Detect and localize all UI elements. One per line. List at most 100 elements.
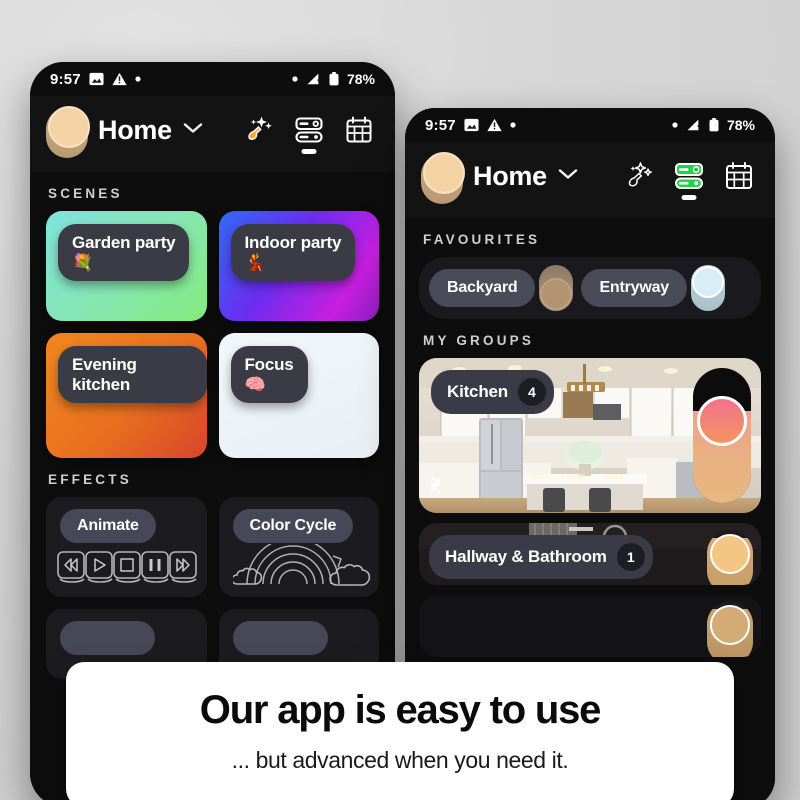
- favourites-bar: Backyard Entryway: [419, 257, 761, 319]
- status-time: 9:57: [50, 70, 81, 88]
- battery-icon: [709, 118, 719, 132]
- group-name: Kitchen: [447, 382, 508, 401]
- app-header: Home: [30, 96, 395, 172]
- image-icon: [464, 118, 479, 132]
- avatar[interactable]: [46, 102, 90, 158]
- calendar-icon[interactable]: [721, 157, 757, 195]
- favourite-name: Backyard: [447, 279, 518, 296]
- header-actions: [621, 157, 757, 200]
- devices-icon[interactable]: [291, 111, 327, 154]
- magic-wand-icon[interactable]: [241, 111, 277, 149]
- dot-icon: [292, 76, 298, 82]
- app-header: Home: [405, 142, 775, 218]
- effect-name: Color Cycle: [249, 517, 337, 534]
- scene-label-chip: Focus 🧠: [230, 346, 308, 404]
- status-bar: 9:57 78%: [405, 108, 775, 142]
- warning-triangle-icon: [487, 118, 502, 132]
- group-row-hallway[interactable]: Hallway & Bathroom 1: [419, 523, 761, 585]
- favourite-name: Entryway: [599, 279, 669, 296]
- caption-subtitle: ... but advanced when you need it.: [231, 747, 569, 773]
- effect-label-chip: [60, 621, 155, 655]
- group-label-chip: Kitchen 4: [431, 370, 554, 414]
- favourite-item[interactable]: Backyard: [429, 265, 574, 311]
- active-indicator: [681, 195, 697, 200]
- slider-knob[interactable]: [710, 534, 750, 574]
- header-actions: [241, 111, 377, 154]
- rainbow-cloud-icon: [230, 537, 373, 593]
- favourite-toggle[interactable]: [539, 265, 574, 311]
- magic-wand-icon[interactable]: [621, 157, 657, 195]
- group-brightness-slider[interactable]: [707, 530, 753, 585]
- group-count-badge: 4: [517, 378, 546, 406]
- battery-percent: 78%: [726, 117, 755, 133]
- chevron-down-icon[interactable]: [557, 167, 579, 186]
- group-row-next[interactable]: [419, 595, 761, 657]
- status-bar-right: 78%: [292, 71, 375, 87]
- effect-card[interactable]: Color Cycle: [218, 497, 379, 597]
- scene-name: Evening kitchen: [72, 355, 137, 394]
- scenes-grid: Garden party 💐 Indoor party 💃 Evening ki…: [30, 211, 395, 458]
- chevron-down-icon[interactable]: [182, 121, 204, 140]
- dot-icon: [510, 122, 516, 128]
- favourite-item[interactable]: Entryway: [581, 265, 725, 311]
- screenshot-stage: 9:57 78% Home SCENES Garden party 💐 Indo…: [0, 0, 800, 800]
- scene-name: Focus 🧠: [244, 355, 294, 394]
- favourite-chip[interactable]: Entryway: [581, 269, 687, 307]
- effect-label-chip: Animate: [60, 509, 156, 543]
- section-label-my-groups: MY GROUPS: [423, 333, 535, 348]
- toggle-knob[interactable]: [540, 278, 573, 310]
- scene-emoji: 🧠: [244, 374, 266, 394]
- slider-knob[interactable]: [697, 396, 747, 446]
- active-indicator: [301, 149, 317, 154]
- home-selector[interactable]: Home: [46, 102, 204, 158]
- effects-grid: Animate Color Cycle: [30, 497, 395, 597]
- page-title: Home: [98, 114, 172, 145]
- status-bar-right: 78%: [672, 117, 755, 133]
- favourite-chip[interactable]: Backyard: [429, 269, 536, 307]
- toggle-knob[interactable]: [692, 266, 724, 298]
- scene-card[interactable]: Evening kitchen: [46, 333, 207, 458]
- group-brightness-slider[interactable]: [707, 601, 753, 657]
- signal-icon: [686, 118, 701, 132]
- scene-card[interactable]: Garden party 💐: [46, 211, 207, 321]
- effect-label-chip: [232, 621, 328, 655]
- status-bar-left: 9:57: [50, 71, 141, 88]
- section-label-scenes: SCENES: [48, 186, 123, 201]
- expand-icon[interactable]: [429, 474, 451, 501]
- caption-card: Our app is easy to use ... but advanced …: [66, 662, 734, 800]
- signal-icon: [306, 72, 321, 86]
- caption-title: Our app is easy to use: [199, 688, 602, 732]
- slider-knob[interactable]: [710, 605, 750, 645]
- scene-label-chip: Garden party 💐: [58, 224, 190, 282]
- group-count-badge: 1: [616, 543, 645, 571]
- group-card-kitchen[interactable]: Kitchen 4: [419, 358, 761, 513]
- avatar-circle: [423, 152, 465, 194]
- calendar-icon[interactable]: [341, 111, 377, 149]
- scene-emoji: 💐: [72, 252, 93, 272]
- scene-card[interactable]: Focus 🧠: [218, 333, 379, 458]
- group-brightness-slider[interactable]: [693, 368, 751, 503]
- scene-label-chip: Indoor party 💃: [230, 224, 356, 282]
- warning-triangle-icon: [112, 72, 127, 86]
- group-name: Hallway & Bathroom: [445, 547, 607, 566]
- image-icon: [89, 72, 104, 86]
- effect-label-chip: Color Cycle: [232, 509, 354, 543]
- dot-icon: [135, 76, 141, 82]
- favourite-toggle[interactable]: [691, 265, 725, 311]
- scene-label-chip: Evening kitchen: [58, 346, 207, 404]
- avatar-circle: [48, 106, 90, 148]
- effect-card[interactable]: Animate: [46, 497, 207, 597]
- media-controls-icon: [56, 548, 198, 593]
- group-label-chip: Hallway & Bathroom 1: [429, 535, 653, 579]
- status-time: 9:57: [425, 116, 456, 134]
- battery-percent: 78%: [346, 71, 375, 87]
- avatar[interactable]: [421, 148, 465, 204]
- devices-icon[interactable]: [671, 157, 707, 200]
- status-bar: 9:57 78%: [30, 62, 395, 96]
- scene-emoji: 💃: [244, 252, 266, 272]
- status-bar-left: 9:57: [425, 117, 516, 134]
- battery-icon: [329, 72, 339, 86]
- dot-icon: [672, 122, 678, 128]
- scene-card[interactable]: Indoor party 💃: [218, 211, 379, 321]
- home-selector[interactable]: Home: [421, 148, 579, 204]
